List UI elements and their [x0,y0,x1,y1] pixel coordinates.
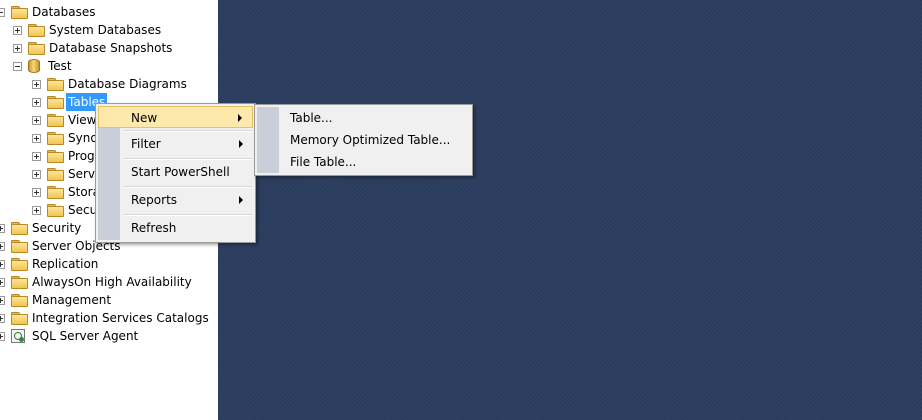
menu-item-label: Reports [131,193,178,207]
folder-icon [47,132,64,145]
tree-node-label: Replication [32,257,99,271]
tree-node-label: Syno [68,131,98,145]
menu-item-label: File Table... [290,155,357,169]
expand-icon[interactable] [32,79,41,89]
expand-icon[interactable] [0,241,5,251]
expand-icon[interactable] [0,331,5,341]
menu-separator [124,158,252,160]
collapse-icon[interactable] [0,7,5,17]
tree-node-integration-services[interactable]: Integration Services Catalogs [0,309,209,327]
tree-node-label: SQL Server Agent [32,329,139,343]
menu-item-label: Table... [290,111,333,125]
document-workspace [218,0,922,420]
expand-icon[interactable] [0,259,5,269]
expand-icon[interactable] [32,133,41,143]
menu-item-label: Start PowerShell [131,165,230,179]
menu-item-file-table[interactable]: File Table... [257,151,470,173]
tree-node-label: Test [48,59,72,73]
menu-item-new[interactable]: New [98,106,253,128]
tree-node-replication[interactable]: Replication [0,255,98,273]
folder-icon [47,168,64,181]
menu-item-label: Filter [131,137,161,151]
expand-icon[interactable] [32,205,41,215]
expand-icon[interactable] [32,97,41,107]
menu-item-filter[interactable]: Filter [98,133,253,155]
folder-icon [11,276,28,289]
folder-icon [47,96,64,109]
folder-icon [47,186,64,199]
tree-node-label: Management [32,293,112,307]
tree-node-label: Databases [32,5,96,19]
tree-node-management[interactable]: Management [0,291,111,309]
menu-item-memory-optimized-table[interactable]: Memory Optimized Table... [257,129,470,151]
collapse-icon[interactable] [13,61,22,71]
tree-node-label: Database Snapshots [49,41,173,55]
expand-icon[interactable] [32,187,41,197]
tree-node-database-diagrams[interactable]: Database Diagrams [32,75,187,93]
expand-icon[interactable] [0,277,5,287]
menu-item-table[interactable]: Table... [257,107,470,129]
expand-icon[interactable] [0,223,5,233]
folder-icon [47,150,64,163]
tree-node-synonyms[interactable]: Syno [32,129,98,147]
database-icon [28,59,40,73]
submenu-new: Table... Memory Optimized Table... File … [254,104,473,176]
expand-icon[interactable] [0,295,5,305]
tree-node-programmability[interactable]: Progr [32,147,100,165]
submenu-arrow-icon [239,140,243,148]
menu-item-start-powershell[interactable]: Start PowerShell [98,161,253,183]
submenu-arrow-icon [239,196,243,204]
tree-node-database-snapshots[interactable]: Database Snapshots [13,39,172,57]
folder-icon [47,114,64,127]
expand-icon[interactable] [13,43,22,53]
expand-icon[interactable] [32,169,41,179]
expand-icon[interactable] [32,115,41,125]
tree-node-label: Integration Services Catalogs [32,311,209,325]
folder-icon [11,240,28,253]
folder-icon [11,6,28,19]
tree-node-sql-server-agent[interactable]: SQL Server Agent [0,327,138,345]
menu-separator [124,214,252,216]
tree-node-test[interactable]: Test [13,57,72,75]
expand-icon[interactable] [32,151,41,161]
expand-icon[interactable] [13,25,22,35]
tree-node-label: System Databases [49,23,162,37]
folder-icon [11,294,28,307]
folder-icon [11,258,28,271]
menu-separator [124,186,252,188]
submenu-arrow-icon [238,114,242,122]
menu-item-reports[interactable]: Reports [98,189,253,211]
tree-node-system-databases[interactable]: System Databases [13,21,161,39]
tree-node-security[interactable]: Security [0,219,81,237]
menu-item-label: Memory Optimized Table... [290,133,451,147]
tree-node-storage[interactable]: Stora [32,183,100,201]
menu-item-label: New [131,111,158,125]
folder-icon [47,78,64,91]
context-menu: New Filter Start PowerShell Reports Refr… [95,103,256,243]
expand-icon[interactable] [0,313,5,323]
tree-node-databases[interactable]: Databases [0,3,96,21]
tree-node-views[interactable]: Views [32,111,103,129]
folder-icon [47,204,64,217]
menu-item-refresh[interactable]: Refresh [98,217,253,239]
menu-item-label: Refresh [131,221,177,235]
tree-node-label: Database Diagrams [68,77,187,91]
tree-node-label: AlwaysOn High Availability [32,275,192,289]
menu-separator [124,130,252,132]
tree-node-security-db[interactable]: Secur [32,201,102,219]
folder-icon [11,222,28,235]
folder-icon [28,24,45,37]
tree-node-alwayson[interactable]: AlwaysOn High Availability [0,273,192,291]
folder-icon [28,42,45,55]
sql-agent-icon [11,329,25,343]
tree-node-label: Security [32,221,82,235]
folder-icon [11,312,28,325]
